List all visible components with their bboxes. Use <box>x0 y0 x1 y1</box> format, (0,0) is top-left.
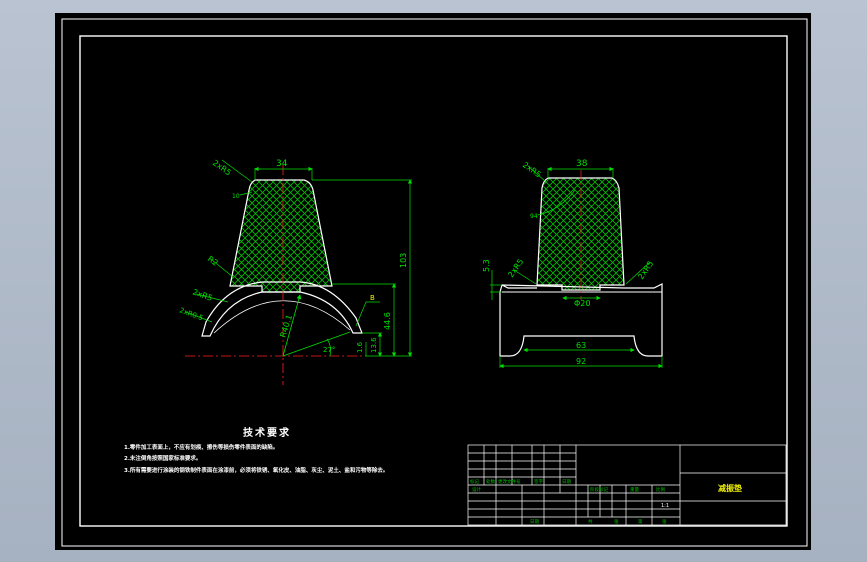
side-dim-hole: Φ20 <box>574 299 590 308</box>
tb-part-name: 减振垫 <box>718 483 742 493</box>
front-dim-height-44-6: 44.6 <box>383 312 392 330</box>
front-dim-top-width: 34 <box>276 159 288 169</box>
tb-label-weight: 重量 <box>630 486 639 493</box>
tb-label-page-1: 张 <box>614 518 619 525</box>
front-dim-height-13-6: 13.6 <box>370 337 378 353</box>
tb-label-count: 处数 <box>486 478 495 485</box>
tb-label-sheet-total: 共 <box>588 518 593 525</box>
cad-drawing-viewport[interactable]: 34 2xR5 10 R2 2xR5 2xR0.5 R40.1 27° 103 … <box>0 0 867 562</box>
front-callout-tag: B <box>370 294 375 302</box>
tb-label-ratio: 比例 <box>656 486 665 493</box>
note-item: 2.未注倒角按照国家标准要求。 <box>124 454 201 462</box>
side-dim-small-94: 94 <box>530 213 538 220</box>
side-dim-top-width: 38 <box>576 159 588 169</box>
note-item: 1.零件加工表面上，不应有划痕、擦伤等损伤零件表面的缺陷。 <box>124 443 278 451</box>
side-dim-overall-width: 92 <box>576 357 586 366</box>
front-dim-angle: 27° <box>323 346 335 354</box>
tb-label-sheet-no: 第 <box>638 518 643 525</box>
tb-scale: 1:1 <box>661 503 669 509</box>
side-dim-inner-width: 63 <box>576 341 586 350</box>
tb-label-date-bottom: 日期 <box>530 519 539 525</box>
note-item: 3.所有需要进行涂装的钢铁制件表面在涂漆前，必须将铁锈、氧化皮、油脂、灰尘、泥土… <box>124 466 388 474</box>
tb-label-change-doc: 更改文件号 <box>498 478 521 485</box>
tb-label-stage-mark: 阶段标记 <box>590 486 608 493</box>
tb-label-mark: 标记 <box>470 478 479 485</box>
front-dim-height-103: 103 <box>399 253 408 268</box>
tb-label-design: 设计 <box>472 486 481 493</box>
tb-label-date: 日期 <box>562 479 571 485</box>
tb-label-signature: 签字 <box>534 478 543 485</box>
front-dim-height-1-6: 1.6 <box>356 341 364 353</box>
side-dim-height-5-3: 5.3 <box>482 259 491 272</box>
side-view-section <box>536 177 625 291</box>
tb-label-page-2: 张 <box>662 518 667 525</box>
notes-title: 技术要求 <box>243 426 291 439</box>
front-dim-small-10: 10 <box>232 193 240 200</box>
